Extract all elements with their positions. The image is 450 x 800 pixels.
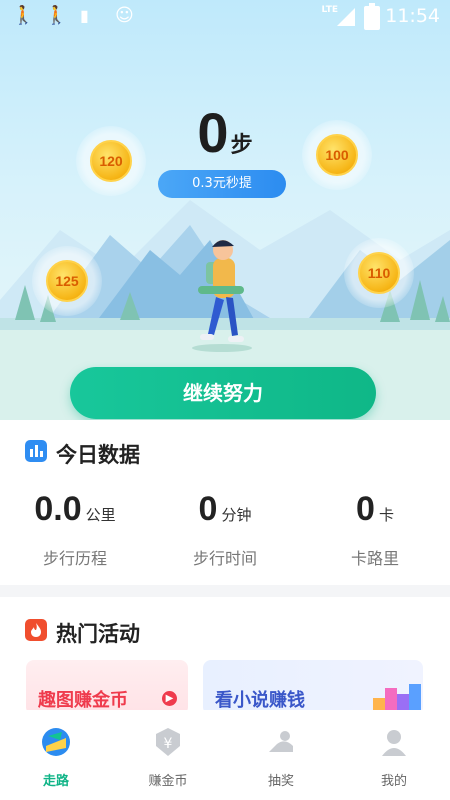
activity-card-novel[interactable]: 看小说赚钱 <box>203 660 423 715</box>
chevron-right-icon: ▶ <box>162 691 177 706</box>
walk-tab-icon <box>42 728 70 756</box>
walking-notification-icon-2: 🚶 <box>45 5 68 26</box>
time-stat: 0 分钟 步行时间 <box>150 490 300 569</box>
steps-unit: 步 <box>230 133 253 158</box>
coin-value: 120 <box>90 140 132 182</box>
status-time: 11:54 <box>385 5 440 27</box>
profile-icon <box>382 730 406 756</box>
section-divider <box>0 585 450 597</box>
distance-value: 0.0 <box>34 490 82 528</box>
android-icon: ☺ <box>115 5 134 26</box>
coin-bubble[interactable]: 100 <box>302 120 372 190</box>
today-data-section: 今日数据 0.0 公里 步行历程 0 分钟 步行时间 0卡 卡路里 <box>0 420 450 585</box>
coin-value: 110 <box>358 252 400 294</box>
tab-label: 赚金币 <box>148 774 188 789</box>
activity-card-fun-pics[interactable]: 趣图赚金币 ▶ <box>26 660 188 715</box>
lottery-icon <box>269 731 293 752</box>
bottom-tab-bar: 走路 ¥ 赚金币 抽奖 我的 <box>0 710 450 800</box>
svg-text:¥: ¥ <box>164 736 173 752</box>
tab-label: 抽奖 <box>267 774 294 789</box>
yen-shield-icon: ¥ <box>156 728 180 756</box>
tab-label: 我的 <box>380 774 407 789</box>
battery-icon <box>364 3 380 30</box>
keep-going-button[interactable]: 继续努力 <box>70 367 376 419</box>
activity-card-label: 看小说赚钱 <box>215 690 305 711</box>
tab-earn-coins[interactable]: ¥ 赚金币 <box>112 710 224 800</box>
steps-value: 0 <box>197 101 229 164</box>
hot-activities-title: 热门活动 <box>56 622 140 646</box>
calorie-stat: 0卡 卡路里 <box>300 490 450 569</box>
time-label: 步行时间 <box>192 549 257 568</box>
hero-section: 🚶 🚶 ▮ ☺ LTE 11:54 0步 0.3元秒提 120 100 125 … <box>0 0 450 420</box>
bar-chart-icon <box>25 440 47 462</box>
today-data-title: 今日数据 <box>56 443 140 467</box>
tab-mine[interactable]: 我的 <box>338 710 450 800</box>
fire-icon <box>25 619 47 641</box>
sd-card-icon: ▮ <box>80 6 89 25</box>
calorie-label: 卡路里 <box>350 549 399 568</box>
coin-bubble[interactable]: 120 <box>76 126 146 196</box>
signal-icon <box>337 8 355 26</box>
withdraw-button[interactable]: 0.3元秒提 <box>158 170 286 198</box>
status-bar: 🚶 🚶 ▮ ☺ LTE 11:54 <box>0 0 450 34</box>
coin-value: 100 <box>316 134 358 176</box>
mountain-background <box>0 200 450 420</box>
time-value: 0 <box>198 490 218 528</box>
coin-bubble[interactable]: 110 <box>344 238 414 308</box>
tab-label: 走路 <box>42 774 69 789</box>
activity-card-label: 趣图赚金币 <box>38 690 128 711</box>
distance-stat: 0.0 公里 步行历程 <box>0 490 150 569</box>
calorie-value: 0 <box>356 490 375 528</box>
distance-label: 步行历程 <box>42 549 107 568</box>
distance-unit: 公里 <box>85 506 116 524</box>
time-unit: 分钟 <box>221 506 252 524</box>
tab-walk[interactable]: 走路 <box>0 710 112 800</box>
calorie-unit: 卡 <box>378 506 394 524</box>
walking-notification-icon: 🚶 <box>12 5 35 26</box>
coin-value: 125 <box>46 260 88 302</box>
tab-lottery[interactable]: 抽奖 <box>225 710 337 800</box>
coin-bubble[interactable]: 125 <box>32 246 102 316</box>
step-counter: 0步 <box>0 100 450 165</box>
network-type: LTE <box>321 5 338 15</box>
